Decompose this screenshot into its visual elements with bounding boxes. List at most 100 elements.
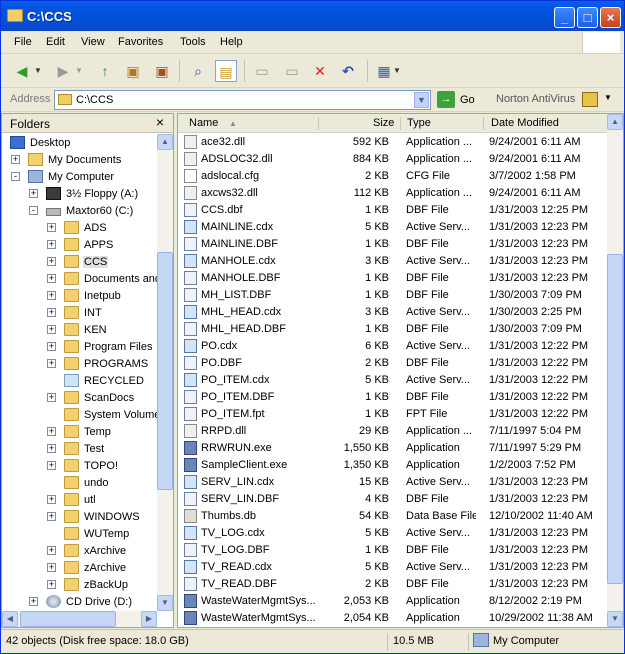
file-row[interactable]: MAINLINE.DBF 1 KB DBF File 1/31/2003 12:23 … [178,236,607,253]
folders-vertical-scrollbar[interactable]: ▲ ▼ [157,134,173,611]
expand-icon[interactable]: + [47,495,56,504]
file-row[interactable]: SERV_LIN.DBF 4 KB DBF File 1/31/2003 12:23 … [178,491,607,508]
tree-item[interactable]: + Documents and [2,271,157,288]
tree-item[interactable]: + Temp [2,424,157,441]
tree-item[interactable]: + APPS [2,237,157,254]
file-row[interactable]: TV_READ.DBF 2 KB DBF File 1/31/2003 12:23 P… [178,576,607,593]
collapse-icon[interactable]: - [11,172,20,181]
chevron-down-icon[interactable]: ▼ [604,93,612,102]
tree-item[interactable]: + zBackUp [2,577,157,594]
move-icon[interactable]: ▭ [251,60,273,82]
scroll-thumb[interactable] [157,252,173,490]
expand-icon[interactable]: + [29,189,38,198]
expand-icon[interactable]: + [47,546,56,555]
column-divider[interactable] [318,117,319,130]
menu-edit[interactable]: Edit [46,36,65,48]
tree-item[interactable]: + My Documents [2,152,157,169]
expand-icon[interactable]: + [47,223,56,232]
file-row[interactable]: axcws32.dll 112 KB Application ... 9/24/200… [178,185,607,202]
tree-item[interactable]: RECYCLED [2,373,157,390]
scroll-up-icon[interactable]: ▲ [157,134,173,150]
close-button[interactable]: × [600,7,621,28]
title-bar[interactable]: C:\CCS _ □ × [1,1,624,31]
file-row[interactable]: RRWRUN.exe 1,550 KB Application 7/11/1997 5… [178,440,607,457]
expand-icon[interactable]: + [47,257,56,266]
file-row[interactable]: ADSLOC32.dll 884 KB Application ... 9/24/20… [178,151,607,168]
file-row[interactable]: MANHOLE.cdx 3 KB Active Serv... 1/31/2003 1… [178,253,607,270]
expand-icon[interactable]: + [47,240,56,249]
back-icon[interactable]: ◀ [11,60,33,82]
expand-icon[interactable]: + [47,512,56,521]
tree-item[interactable]: + ADS [2,220,157,237]
file-row[interactable]: MHL_HEAD.DBF 1 KB DBF File 1/30/2003 7:09 P… [178,321,607,338]
column-divider[interactable] [400,117,401,130]
tree-item[interactable]: + CCS [2,254,157,271]
tree-item[interactable]: + CD Drive (D:) [2,594,157,611]
menu-tools[interactable]: Tools [180,36,206,48]
move-to-icon[interactable]: ▣ [122,60,144,82]
expand-icon[interactable]: + [47,427,56,436]
norton-antivirus-label[interactable]: Norton AntiVirus [496,93,575,105]
undo-icon[interactable]: ↶ [337,60,359,82]
views-dropdown-icon[interactable]: ▼ [392,60,402,82]
file-row[interactable]: TV_READ.cdx 5 KB Active Serv... 1/31/2003 1… [178,559,607,576]
back-dropdown-icon[interactable]: ▼ [33,60,43,82]
copy-to-icon[interactable]: ▣ [151,60,173,82]
expand-icon[interactable]: + [47,563,56,572]
file-row[interactable]: MH_LIST.DBF 1 KB DBF File 1/30/2003 7:09 PM [178,287,607,304]
up-folder-icon[interactable]: ↑ [94,60,116,82]
scroll-down-icon[interactable]: ▼ [157,595,173,611]
column-divider[interactable] [483,117,484,130]
file-row[interactable]: WasteWaterMgmtSys... 2,054 KB Application 1… [178,610,607,627]
tree-item[interactable]: - My Computer [2,169,157,186]
tree-item[interactable]: +3½ Floppy (A:) [2,186,157,203]
file-row[interactable]: PO_ITEM.cdx 5 KB Active Serv... 1/31/2003 1… [178,372,607,389]
tree-item[interactable]: + PROGRAMS [2,356,157,373]
expand-icon[interactable]: + [47,359,56,368]
delete-icon[interactable]: ✕ [309,60,331,82]
collapse-icon[interactable]: - [29,206,38,215]
file-row[interactable]: adslocal.cfg 2 KB CFG File 3/7/2002 1:58 PM [178,168,607,185]
forward-dropdown-icon[interactable]: ▼ [74,60,84,82]
tree-item[interactable]: + xArchive [2,543,157,560]
expand-icon[interactable]: + [47,444,56,453]
menu-help[interactable]: Help [220,36,243,48]
file-row[interactable]: Thumbs.db 54 KB Data Base File 12/10/2002 1… [178,508,607,525]
file-row[interactable]: PO.DBF 2 KB DBF File 1/31/2003 12:22 PM [178,355,607,372]
file-row[interactable]: CCS.dbf 1 KB DBF File 1/31/2003 12:25 PM [178,202,607,219]
file-row[interactable]: SERV_LIN.cdx 15 KB Active Serv... 1/31/2003… [178,474,607,491]
close-icon[interactable]: × [156,114,164,130]
scroll-down-icon[interactable]: ▼ [607,611,623,627]
expand-icon[interactable]: + [47,342,56,351]
search-icon[interactable]: ⌕ [187,60,209,82]
expand-icon[interactable]: + [11,155,20,164]
scroll-thumb[interactable] [20,611,116,627]
menu-file[interactable]: File [14,36,32,48]
file-row[interactable]: TV_LOG.DBF 1 KB DBF File 1/31/2003 12:23 PM [178,542,607,559]
file-row[interactable]: MANHOLE.DBF 1 KB DBF File 1/31/2003 12:23 P… [178,270,607,287]
norton-icon[interactable] [582,92,598,107]
file-row[interactable]: RRPD.dll 29 KB Application ... 7/11/1997 5:… [178,423,607,440]
go-button[interactable]: → Go [437,91,482,109]
file-row[interactable]: MAINLINE.cdx 5 KB Active Serv... 1/31/2003 … [178,219,607,236]
minimize-button[interactable]: _ [554,7,575,28]
file-row[interactable]: PO_ITEM.fpt 1 KB FPT File 1/31/2003 12:22 P… [178,406,607,423]
file-row[interactable]: ace32.dll 592 KB Application ... 9/24/2001 … [178,134,607,151]
scroll-thumb[interactable] [607,254,623,584]
menu-favorites[interactable]: Favorites [118,36,163,48]
file-row[interactable]: TV_LOG.cdx 5 KB Active Serv... 1/31/2003 12… [178,525,607,542]
tree-item[interactable]: + Inetpub [2,288,157,305]
scroll-up-icon[interactable]: ▲ [607,114,623,130]
scroll-right-icon[interactable]: ▶ [141,611,157,627]
scroll-left-icon[interactable]: ◀ [2,611,18,627]
chevron-down-icon[interactable]: ▼ [414,92,429,108]
tree-item[interactable]: + KEN [2,322,157,339]
tree-item[interactable]: + zArchive [2,560,157,577]
tree-item[interactable]: + INT [2,305,157,322]
expand-icon[interactable]: + [47,461,56,470]
expand-icon[interactable]: + [47,274,56,283]
column-header-size[interactable]: Size [373,117,394,129]
menu-view[interactable]: View [81,36,105,48]
file-row[interactable]: PO_ITEM.DBF 1 KB DBF File 1/31/2003 12:22 P… [178,389,607,406]
file-row[interactable]: SampleClient.exe 1,350 KB Application 1/2/2… [178,457,607,474]
